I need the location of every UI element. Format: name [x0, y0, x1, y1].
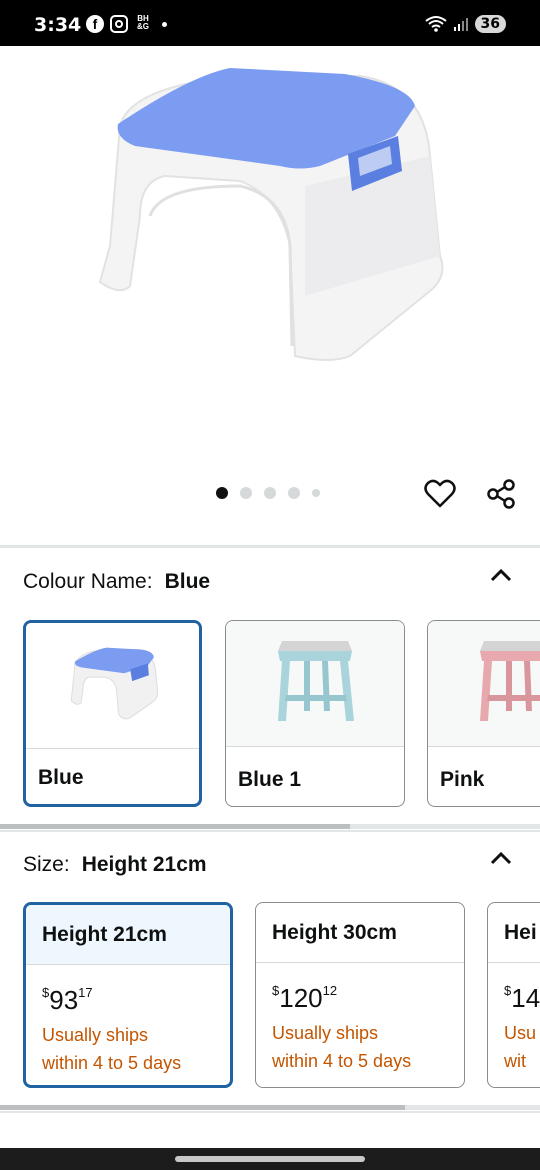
- wifi-icon: [424, 16, 447, 32]
- battery-indicator: 36: [474, 15, 506, 33]
- shipping-line-2: within 4 to 5 days: [42, 1053, 182, 1073]
- shipping-estimate: Usually ships within 4 to 5 days: [272, 1019, 411, 1075]
- colour-option-blue[interactable]: Blue: [23, 620, 202, 807]
- shipping-line-1: Usu: [504, 1023, 537, 1043]
- carousel-dot[interactable]: [264, 487, 276, 499]
- chevron-up-icon[interactable]: [488, 562, 514, 588]
- section-divider: [0, 830, 540, 832]
- shipping-estimate: Usu wit: [504, 1019, 536, 1075]
- size-option-label: Height 30cm: [256, 903, 464, 963]
- size-value: Height 21cm: [81, 853, 207, 876]
- price-whole: 93: [49, 985, 79, 1015]
- price-fraction: 17: [78, 985, 93, 1000]
- section-divider: [0, 545, 540, 548]
- notification-dot-icon: [162, 21, 167, 27]
- status-bar: 3:34 f BH &G 36: [0, 0, 540, 46]
- carousel-dot[interactable]: [288, 487, 300, 499]
- wishlist-heart-icon[interactable]: [422, 476, 458, 512]
- price-fraction: 12: [322, 983, 338, 998]
- status-right-icons: 36: [424, 15, 506, 33]
- stool-thumbnail-blue: [70, 647, 159, 720]
- shipping-line-2: wit: [504, 1051, 526, 1071]
- size-option-price: $9317: [42, 985, 93, 1016]
- image-carousel-dots[interactable]: [216, 487, 320, 499]
- shipping-line-1: Usually ships: [272, 1023, 379, 1043]
- shipping-estimate: Usually ships within 4 to 5 days: [42, 1021, 181, 1077]
- stool-thumbnail-light-blue: [278, 641, 354, 721]
- status-notification-icons: f BH &G: [86, 15, 167, 33]
- size-option-price: $14: [504, 983, 540, 1014]
- status-time: 3:34: [34, 14, 82, 36]
- shipping-line-1: Usually ships: [42, 1025, 149, 1045]
- facebook-icon: f: [86, 15, 104, 33]
- size-scrollbar[interactable]: [0, 1105, 540, 1110]
- size-option-partial[interactable]: Hei $14 Usu wit: [487, 902, 540, 1088]
- colour-heading: Colour Name: Blue: [23, 570, 210, 594]
- size-label: Size:: [23, 853, 70, 876]
- signal-icon: [453, 18, 468, 31]
- size-scrollbar-thumb[interactable]: [0, 1105, 405, 1110]
- instagram-icon: [110, 15, 128, 33]
- colour-option-thumb: [428, 621, 540, 747]
- colour-value: Blue: [164, 570, 211, 593]
- product-image[interactable]: [0, 46, 540, 466]
- carousel-dot-active[interactable]: [216, 487, 228, 499]
- carousel-dot[interactable]: [312, 489, 320, 497]
- section-divider: [0, 1111, 540, 1113]
- colour-option-label: Blue 1: [238, 768, 302, 791]
- size-option-height-21cm[interactable]: Height 21cm $9317 Usually ships within 4…: [23, 902, 233, 1088]
- price-whole: 120: [279, 983, 323, 1013]
- size-option-price: $12012: [272, 983, 337, 1014]
- size-option-height-30cm[interactable]: Height 30cm $12012 Usually ships within …: [255, 902, 465, 1088]
- chevron-up-icon[interactable]: [488, 845, 514, 871]
- colour-scrollbar[interactable]: [0, 824, 540, 829]
- colour-option-label: Blue: [38, 766, 84, 789]
- size-heading: Size: Height 21cm: [23, 853, 207, 877]
- colour-option-thumb: [226, 621, 404, 747]
- colour-option-blue-1[interactable]: Blue 1: [225, 620, 405, 807]
- colour-scrollbar-thumb[interactable]: [0, 824, 350, 829]
- stool-thumbnail-pink: [480, 641, 540, 721]
- colour-label: Colour Name:: [23, 570, 153, 593]
- home-gesture-handle[interactable]: [175, 1156, 365, 1162]
- price-whole: 14: [511, 983, 540, 1013]
- share-icon[interactable]: [483, 476, 519, 512]
- carousel-dot[interactable]: [240, 487, 252, 499]
- colour-option-pink[interactable]: Pink: [427, 620, 540, 807]
- colour-option-label: Pink: [440, 768, 485, 791]
- size-option-label: Height 21cm: [26, 905, 230, 965]
- size-option-label: Hei: [488, 903, 540, 963]
- system-navigation-bar: [0, 1148, 540, 1170]
- bh-app-icon: BH &G: [137, 14, 149, 31]
- shipping-line-2: within 4 to 5 days: [272, 1051, 412, 1071]
- colour-option-thumb: [26, 623, 199, 749]
